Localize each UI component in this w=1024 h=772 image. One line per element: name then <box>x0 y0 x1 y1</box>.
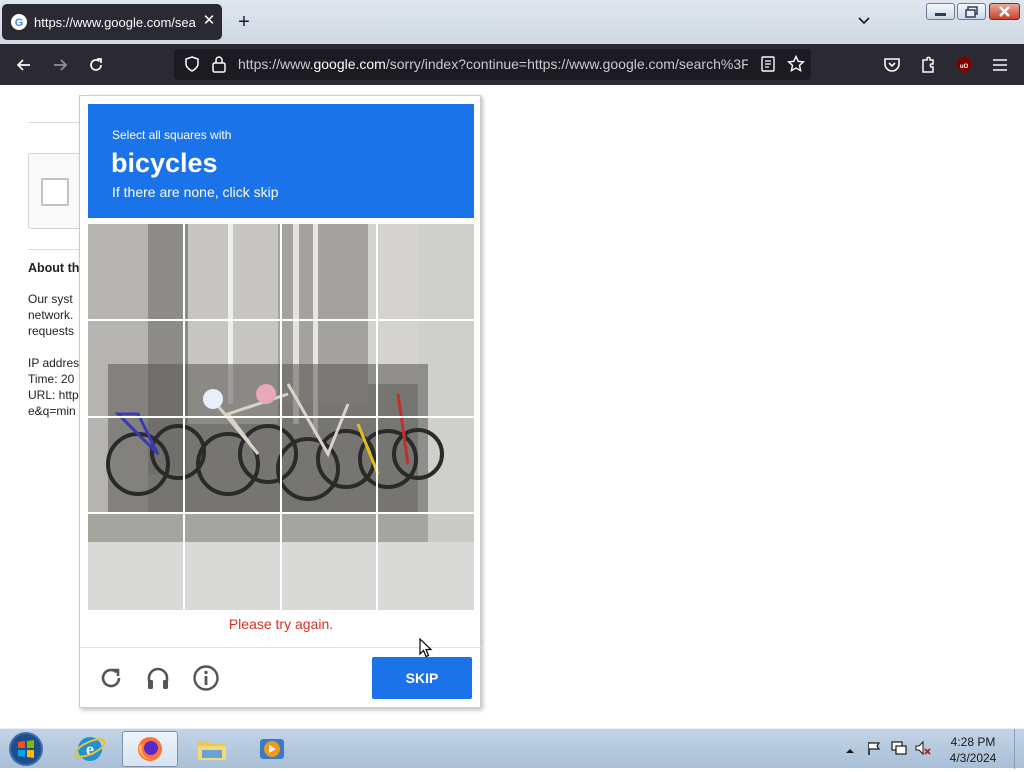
info-line: Time: 20 <box>28 372 75 386</box>
bicycle-scene-image <box>88 224 474 610</box>
audio-challenge-icon[interactable] <box>144 664 172 692</box>
menu-icon[interactable] <box>990 55 1010 75</box>
captcha-instruction: Select all squares with <box>112 128 232 142</box>
file-explorer-icon[interactable] <box>184 731 240 767</box>
internet-explorer-icon[interactable]: e <box>62 731 118 767</box>
lock-icon[interactable] <box>211 55 227 73</box>
google-favicon-icon: G <box>11 14 27 30</box>
window-minimize-button[interactable] <box>926 3 955 20</box>
svg-text:G: G <box>15 17 24 29</box>
system-clock[interactable]: 4:28 PM 4/3/2024 <box>938 734 1008 766</box>
about-line: Our syst <box>28 292 73 306</box>
shield-icon[interactable] <box>183 55 201 73</box>
show-hidden-icons-icon[interactable] <box>845 743 855 753</box>
show-desktop-button[interactable] <box>1014 729 1024 769</box>
extensions-icon[interactable] <box>918 55 938 75</box>
ublock-icon[interactable]: uO <box>954 55 974 75</box>
network-icon[interactable] <box>890 740 908 756</box>
clock-date: 4/3/2024 <box>949 751 997 765</box>
info-line: e&q=min <box>28 404 76 418</box>
recaptcha-checkbox[interactable] <box>41 178 69 206</box>
tab-bar: G https://www.google.com/search ✕ + <box>0 0 1024 44</box>
reload-icon[interactable] <box>86 55 106 75</box>
url-text[interactable]: https://www.google.com/sorry/index?conti… <box>238 56 748 72</box>
url-bar[interactable]: https://www.google.com/sorry/index?conti… <box>174 49 811 80</box>
firefox-icon[interactable] <box>122 731 178 767</box>
action-center-flag-icon[interactable] <box>866 740 882 756</box>
new-tab-icon[interactable]: + <box>234 12 254 32</box>
tab-title: https://www.google.com/search <box>34 15 196 30</box>
pocket-icon[interactable] <box>882 55 902 75</box>
captcha-subtext: If there are none, click skip <box>112 184 279 200</box>
captcha-target-word: bicycles <box>111 148 218 178</box>
info-line: URL: http <box>28 388 79 402</box>
forward-icon[interactable] <box>50 55 70 75</box>
tab-close-icon[interactable]: ✕ <box>201 13 217 29</box>
mouse-cursor-icon <box>419 637 433 658</box>
about-heading: About th <box>28 261 80 275</box>
captcha-header: Select all squares with bicycles If ther… <box>88 104 474 218</box>
captcha-challenge-dialog: Select all squares with bicycles If ther… <box>79 95 482 708</box>
info-line: IP addres <box>28 356 80 370</box>
captcha-image-grid <box>88 224 474 610</box>
captcha-error-message: Please try again. <box>228 616 334 632</box>
window-close-button[interactable] <box>989 3 1020 20</box>
reader-view-icon[interactable] <box>760 56 776 72</box>
browser-tab[interactable]: G https://www.google.com/search ✕ <box>2 4 222 40</box>
navigation-toolbar: https://www.google.com/sorry/index?conti… <box>0 44 1024 85</box>
back-icon[interactable] <box>14 55 34 75</box>
clock-time: 4:28 PM <box>950 735 996 749</box>
media-player-icon[interactable] <box>244 731 300 767</box>
about-line: requests <box>28 324 75 338</box>
skip-button[interactable]: SKIP <box>372 657 472 699</box>
windows-start-icon[interactable] <box>6 731 46 767</box>
windows-taskbar: e 4:28 PM 4/3/2024 <box>0 728 1024 769</box>
volume-muted-icon[interactable] <box>914 740 932 756</box>
info-icon[interactable] <box>192 664 220 692</box>
reload-challenge-icon[interactable] <box>97 664 125 692</box>
svg-text:uO: uO <box>960 64 969 70</box>
about-line: network. <box>28 308 74 322</box>
bookmark-star-icon[interactable] <box>786 54 806 73</box>
tab-list-chevron-icon[interactable] <box>856 13 872 29</box>
window-restore-button[interactable] <box>957 3 986 20</box>
